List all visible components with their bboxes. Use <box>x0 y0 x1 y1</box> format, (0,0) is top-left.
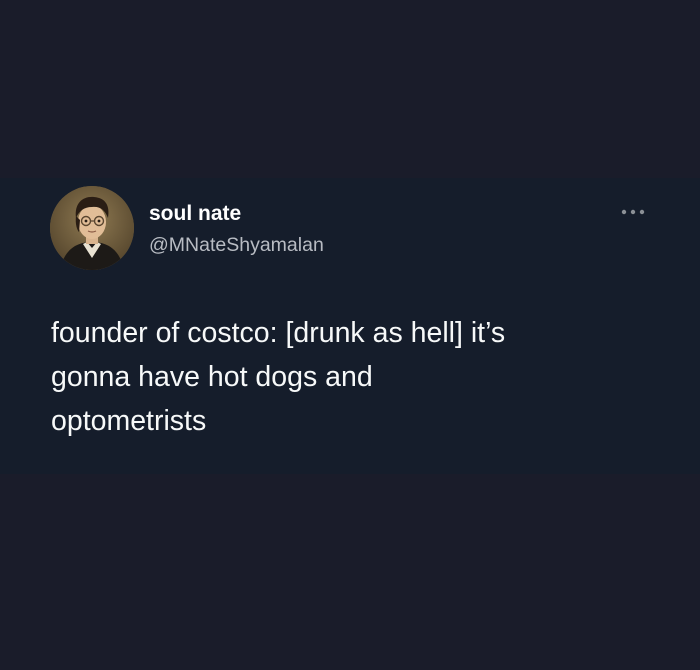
tweet-card: soul nate @MNateShyamalan founder of cos… <box>0 178 700 474</box>
avatar-portrait-icon <box>50 186 134 270</box>
user-handle[interactable]: @MNateShyamalan <box>149 234 324 257</box>
avatar[interactable] <box>50 186 134 270</box>
more-options-button[interactable] <box>616 200 650 224</box>
more-horizontal-icon <box>621 209 645 215</box>
tweet-text: founder of costco: [drunk as hell] it’s … <box>51 317 506 437</box>
display-name[interactable]: soul nate <box>149 202 241 226</box>
